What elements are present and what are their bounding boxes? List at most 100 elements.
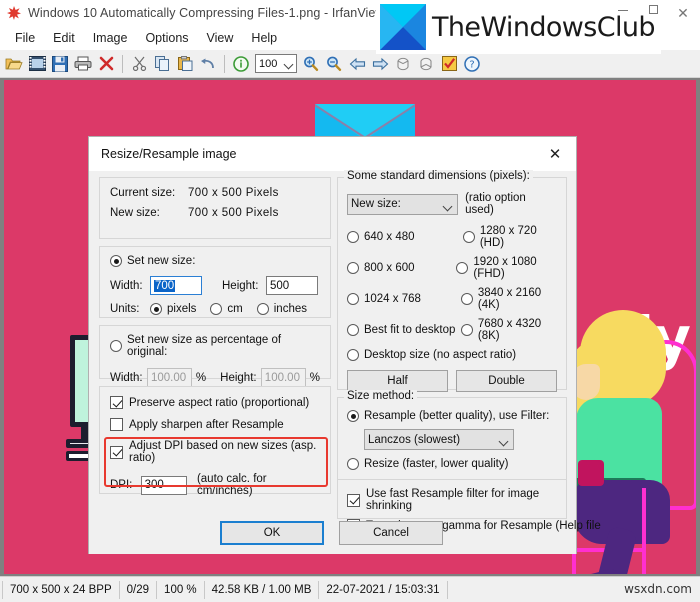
zoom-in-icon[interactable] bbox=[300, 53, 322, 75]
radio-off-icon[interactable] bbox=[462, 231, 475, 243]
half-button[interactable]: Half bbox=[347, 370, 448, 392]
standard-option-desktop-size[interactable]: Desktop size (no aspect ratio) bbox=[364, 349, 516, 361]
apply-sharpen-checkbox[interactable]: Apply sharpen after Resample bbox=[110, 418, 320, 431]
radio-off-icon[interactable] bbox=[347, 324, 359, 336]
copy-icon[interactable] bbox=[151, 53, 173, 75]
dpi-label: DPI: bbox=[110, 479, 133, 491]
dialog-titlebar: Resize/Resample image ✕ bbox=[89, 137, 576, 171]
percent-width-input[interactable]: 100.00 bbox=[146, 368, 192, 387]
maximize-button[interactable] bbox=[638, 0, 668, 26]
menu-item-image[interactable]: Image bbox=[84, 29, 137, 47]
ok-button[interactable]: OK bbox=[220, 521, 324, 545]
checkbox-checked-icon bbox=[347, 493, 360, 507]
paste-icon[interactable] bbox=[174, 53, 196, 75]
menu-item-help[interactable]: Help bbox=[242, 29, 286, 47]
main-toolbar: 100 ? bbox=[0, 50, 700, 78]
help-icon[interactable]: ? bbox=[461, 53, 483, 75]
thewindowsclub-logo bbox=[380, 4, 426, 50]
radio-off-icon[interactable] bbox=[347, 231, 359, 243]
percent-height-input[interactable]: 100.00 bbox=[260, 368, 306, 387]
menu-item-file[interactable]: File bbox=[6, 29, 44, 47]
cut-icon[interactable] bbox=[128, 53, 150, 75]
radio-off-icon[interactable] bbox=[456, 262, 469, 274]
open-folder-icon[interactable] bbox=[3, 53, 25, 75]
resize-label: Resize (faster, lower quality) bbox=[364, 458, 509, 470]
standard-option-7680x4320[interactable]: 7680 x 4320 (8K) bbox=[478, 318, 557, 342]
checkbox-unchecked-icon bbox=[110, 418, 123, 431]
size-info-group: Current size: 700 x 500 Pixels New size:… bbox=[99, 177, 331, 239]
dpi-input[interactable]: 300 bbox=[140, 475, 187, 495]
double-button[interactable]: Double bbox=[456, 370, 557, 392]
resize-radio[interactable]: Resize (faster, lower quality) bbox=[347, 458, 557, 470]
dpi-hint: (auto calc. for cm/inches) bbox=[196, 473, 267, 497]
adjust-dpi-checkbox[interactable]: Adjust DPI based on new sizes (asp. rati… bbox=[110, 440, 320, 464]
height-label: Height: bbox=[222, 279, 259, 292]
resample-filter-select[interactable]: Lanczos (slowest) bbox=[364, 429, 514, 450]
status-dimensions: 700 x 500 x 24 BPP bbox=[2, 580, 120, 599]
height-input[interactable]: 500 bbox=[266, 276, 318, 295]
print-icon[interactable] bbox=[72, 53, 94, 75]
radio-on-icon[interactable] bbox=[150, 303, 162, 315]
standard-combo-note: (ratio option used) bbox=[465, 192, 526, 216]
settings-icon[interactable] bbox=[438, 53, 460, 75]
cancel-button[interactable]: Cancel bbox=[339, 521, 443, 545]
percent-height-label: Height: bbox=[220, 371, 257, 384]
save-icon[interactable] bbox=[49, 53, 71, 75]
radio-off-icon[interactable] bbox=[460, 324, 473, 336]
standard-option-best-fit[interactable]: Best fit to desktop bbox=[364, 324, 461, 336]
new-size-row: New size: 700 x 500 Pixels bbox=[110, 207, 320, 219]
status-datetime: 22-07-2021 / 15:03:31 bbox=[319, 580, 448, 599]
radio-off-icon[interactable] bbox=[256, 303, 269, 315]
menu-item-edit[interactable]: Edit bbox=[44, 29, 84, 47]
standard-option-800x600[interactable]: 800 x 600 bbox=[364, 262, 456, 274]
units-row: Units: pixels cm inches bbox=[110, 303, 320, 315]
units-option-pixels[interactable]: pixels bbox=[167, 303, 196, 315]
radio-off-icon[interactable] bbox=[460, 293, 473, 305]
zoom-level-input[interactable]: 100 bbox=[255, 54, 297, 73]
fast-filter-checkbox[interactable]: Use fast Resample filter for image shrin… bbox=[347, 488, 557, 512]
resample-radio[interactable]: Resample (better quality), use Filter: bbox=[347, 410, 557, 422]
standard-option-1920x1080[interactable]: 1920 x 1080 (FHD) bbox=[473, 256, 557, 280]
standard-option-640x480[interactable]: 640 x 480 bbox=[364, 231, 463, 243]
size-method-group: Size method: Resample (better quality), … bbox=[337, 390, 601, 532]
set-new-size-radio[interactable]: Set new size: bbox=[110, 255, 320, 267]
preserve-aspect-checkbox[interactable]: Preserve aspect ratio (proportional) bbox=[110, 396, 320, 409]
radio-off-icon bbox=[110, 340, 122, 352]
radio-on-icon bbox=[347, 410, 359, 422]
status-filesize: 42.58 KB / 1.00 MB bbox=[205, 580, 320, 599]
chevron-down-icon bbox=[442, 201, 453, 211]
info-icon[interactable] bbox=[230, 53, 252, 75]
units-option-cm[interactable]: cm bbox=[227, 303, 242, 315]
rotate-right-icon[interactable] bbox=[415, 53, 437, 75]
zoom-out-icon[interactable] bbox=[323, 53, 345, 75]
standard-combo-row: New size: (ratio option used) bbox=[347, 192, 557, 216]
standard-size-select[interactable]: New size: bbox=[347, 193, 459, 215]
next-icon[interactable] bbox=[369, 53, 391, 75]
previous-icon[interactable] bbox=[346, 53, 368, 75]
dialog-close-icon[interactable]: ✕ bbox=[534, 137, 576, 171]
set-percentage-radio[interactable]: Set new size as percentage of original: bbox=[110, 334, 320, 358]
standard-option-1280x720[interactable]: 1280 x 720 (HD) bbox=[480, 225, 557, 249]
menu-item-view[interactable]: View bbox=[198, 29, 243, 47]
width-input[interactable]: 700 bbox=[150, 276, 202, 295]
radio-on-icon bbox=[110, 255, 122, 267]
rotate-left-icon[interactable] bbox=[392, 53, 414, 75]
standard-row-1: 640 x 480 1280 x 720 (HD) bbox=[347, 225, 557, 249]
minimize-button[interactable] bbox=[608, 0, 638, 26]
radio-off-icon[interactable] bbox=[347, 349, 359, 361]
radio-off-icon[interactable] bbox=[210, 303, 223, 315]
undo-icon[interactable] bbox=[197, 53, 219, 75]
radio-off-icon[interactable] bbox=[347, 262, 359, 274]
window-controls: ✕ bbox=[608, 0, 698, 26]
percent-width-suffix: % bbox=[195, 371, 207, 384]
standard-option-3840x2160[interactable]: 3840 x 2160 (4K) bbox=[478, 287, 557, 311]
status-zoom: 100 % bbox=[157, 580, 205, 599]
standard-option-1024x768[interactable]: 1024 x 768 bbox=[364, 293, 461, 305]
radio-off-icon[interactable] bbox=[347, 293, 359, 305]
thumbnails-icon[interactable] bbox=[26, 53, 48, 75]
menu-item-options[interactable]: Options bbox=[136, 29, 197, 47]
width-input-value: 700 bbox=[154, 279, 176, 292]
delete-icon[interactable] bbox=[95, 53, 117, 75]
units-option-inches[interactable]: inches bbox=[274, 303, 307, 315]
close-button[interactable]: ✕ bbox=[668, 0, 698, 26]
